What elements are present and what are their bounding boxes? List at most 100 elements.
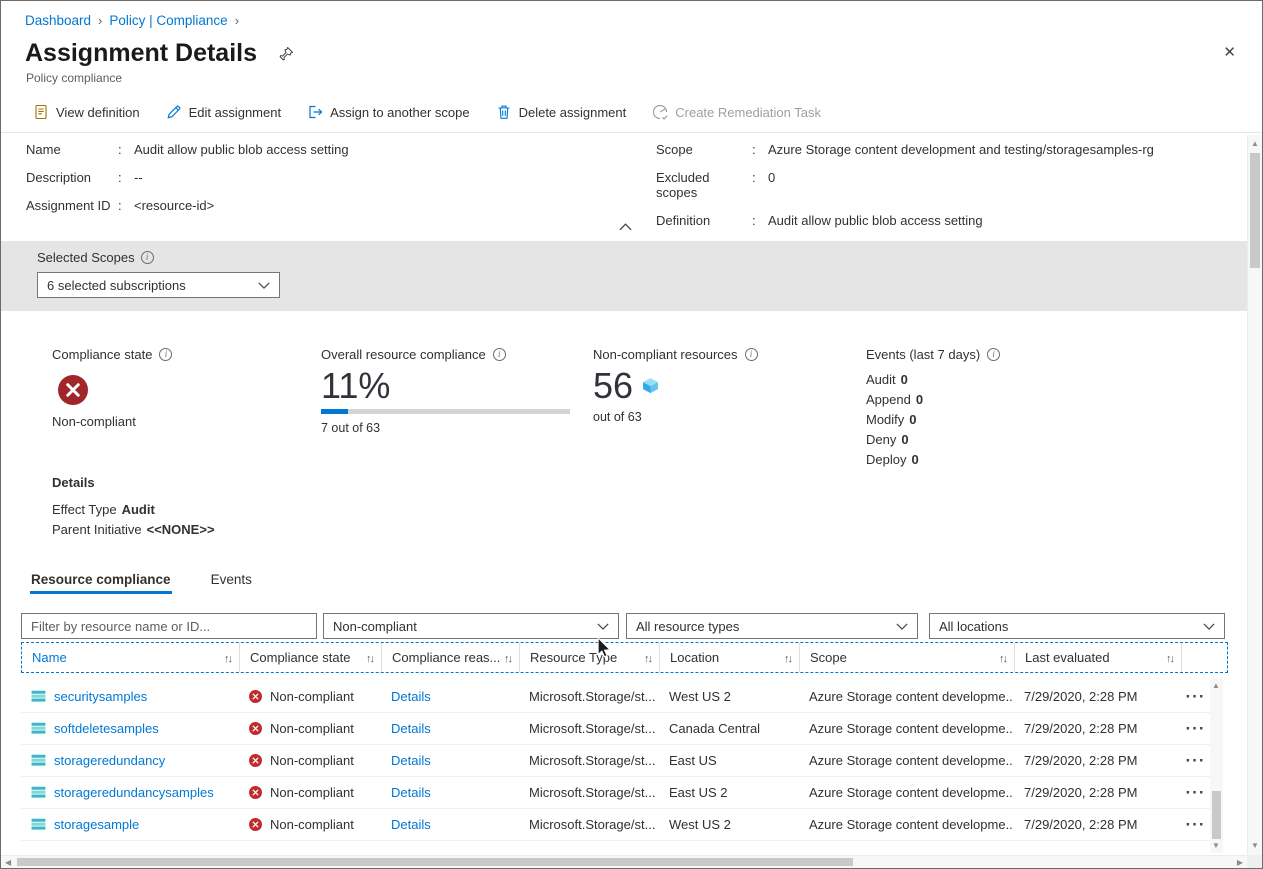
- scroll-left-icon[interactable]: [5, 859, 11, 867]
- resource-type-cell: Microsoft.Storage/st...: [519, 817, 659, 832]
- column-header-compliance-reason[interactable]: Compliance reas...: [382, 643, 520, 672]
- chevron-down-icon: [597, 623, 609, 630]
- selected-scopes-dropdown[interactable]: 6 selected subscriptions: [37, 272, 280, 298]
- column-header-resource-type[interactable]: Resource Type: [520, 643, 660, 672]
- scroll-right-icon[interactable]: [1237, 859, 1243, 867]
- details-link[interactable]: Details: [391, 753, 431, 768]
- horizontal-scrollbar[interactable]: [1, 855, 1247, 868]
- table-vertical-scrollbar[interactable]: [1210, 679, 1223, 853]
- info-icon[interactable]: [493, 348, 506, 361]
- assignment-description-value: --: [134, 170, 143, 185]
- column-header-name[interactable]: Name: [22, 643, 240, 672]
- assignment-details-right: ScopeAzure Storage content development a…: [656, 142, 1154, 241]
- info-icon[interactable]: [745, 348, 758, 361]
- location-cell: East US 2: [659, 785, 799, 800]
- breadcrumb-separator-icon: [98, 13, 102, 28]
- resource-name-link[interactable]: softdeletesamples: [54, 721, 159, 736]
- location-filter-dropdown[interactable]: All locations: [929, 613, 1225, 639]
- location-cell: East US: [659, 753, 799, 768]
- details-link[interactable]: Details: [391, 689, 431, 704]
- storage-account-icon: [31, 754, 46, 767]
- sort-icon: [504, 650, 511, 665]
- effect-type-row: Effect TypeAudit: [52, 500, 215, 520]
- resource-name-link[interactable]: securitysamples: [54, 689, 147, 704]
- scroll-up-icon[interactable]: [1251, 140, 1259, 148]
- column-header-actions: [1182, 643, 1227, 672]
- resource-filter-input[interactable]: [21, 613, 317, 639]
- column-header-scope[interactable]: Scope: [800, 643, 1015, 672]
- row-context-menu-button[interactable]: [1186, 719, 1206, 739]
- collapse-details-button[interactable]: [611, 220, 639, 234]
- storage-account-icon: [31, 722, 46, 735]
- info-icon[interactable]: [141, 251, 154, 264]
- non-compliant-icon: [249, 818, 262, 831]
- details-link[interactable]: Details: [391, 721, 431, 736]
- last-evaluated-cell: 7/29/2020, 2:28 PM: [1014, 785, 1181, 800]
- table-row: securitysamples Non-compliant Details Mi…: [21, 681, 1210, 713]
- scope-cell: Azure Storage content developme...: [799, 689, 1014, 704]
- details-link[interactable]: Details: [391, 785, 431, 800]
- details-link[interactable]: Details: [391, 817, 431, 832]
- resource-name-link[interactable]: storageredundancy: [54, 753, 165, 768]
- info-icon[interactable]: [159, 348, 172, 361]
- resource-type-cell: Microsoft.Storage/st...: [519, 785, 659, 800]
- compliance-state-text: Non-compliant: [270, 721, 354, 736]
- compliance-state-block: Compliance state Non-compliant: [52, 347, 172, 429]
- resource-type-filter-dropdown[interactable]: All resource types: [626, 613, 918, 639]
- scroll-down-icon[interactable]: [1212, 842, 1220, 850]
- non-compliant-icon: [58, 375, 88, 405]
- table-row: storagesample Non-compliant Details Micr…: [21, 809, 1210, 841]
- event-count-audit: Audit0: [866, 370, 1000, 390]
- column-header-last-evaluated[interactable]: Last evaluated: [1015, 643, 1182, 672]
- close-button[interactable]: [1223, 43, 1236, 61]
- details-block: Details Effect TypeAudit Parent Initiati…: [52, 475, 215, 540]
- toolbar-divider: [1, 132, 1262, 133]
- page-title: Assignment Details: [25, 39, 257, 68]
- row-context-menu-button[interactable]: [1186, 783, 1206, 803]
- scope-cell: Azure Storage content developme...: [799, 785, 1014, 800]
- compliance-state-filter-dropdown[interactable]: Non-compliant: [323, 613, 619, 639]
- scroll-down-icon[interactable]: [1251, 842, 1259, 850]
- assignment-name-value: Audit allow public blob access setting: [134, 142, 349, 157]
- resource-name-link[interactable]: storagesample: [54, 817, 139, 832]
- assign-to-another-scope-button[interactable]: Assign to another scope: [307, 104, 469, 120]
- breadcrumb-link-dashboard[interactable]: Dashboard: [25, 13, 91, 28]
- info-icon[interactable]: [987, 348, 1000, 361]
- resource-name-link[interactable]: storageredundancysamples: [54, 785, 214, 800]
- event-count-append: Append0: [866, 390, 1000, 410]
- table-row: storageredundancysamples Non-compliant D…: [21, 777, 1210, 809]
- parent-initiative-row: Parent Initiative<<NONE>>: [52, 520, 215, 540]
- column-header-location[interactable]: Location: [660, 643, 800, 672]
- compliance-state-value: Non-compliant: [52, 414, 172, 429]
- view-definition-icon: [33, 104, 49, 120]
- pin-button[interactable]: [279, 46, 294, 61]
- column-header-compliance-state[interactable]: Compliance state: [240, 643, 382, 672]
- sort-icon: [784, 650, 791, 665]
- view-definition-button[interactable]: View definition: [33, 104, 140, 120]
- chevron-down-icon: [896, 623, 908, 630]
- chevron-up-icon: [619, 223, 632, 231]
- breadcrumb-link-policy-compliance[interactable]: Policy | Compliance: [109, 13, 227, 28]
- edit-assignment-button[interactable]: Edit assignment: [166, 104, 282, 120]
- row-context-menu-button[interactable]: [1186, 687, 1206, 707]
- scrollbar-thumb[interactable]: [1212, 791, 1221, 839]
- tab-events[interactable]: Events: [210, 572, 253, 594]
- assignment-definition-value: Audit allow public blob access setting: [768, 213, 983, 228]
- storage-account-icon: [31, 690, 46, 703]
- scroll-up-icon[interactable]: [1212, 682, 1220, 690]
- main-vertical-scrollbar[interactable]: [1247, 135, 1262, 855]
- compliance-state-text: Non-compliant: [270, 689, 354, 704]
- tab-resource-compliance[interactable]: Resource compliance: [30, 572, 172, 594]
- scrollbar-thumb[interactable]: [17, 858, 853, 866]
- last-evaluated-cell: 7/29/2020, 2:28 PM: [1014, 721, 1181, 736]
- scrollbar-thumb[interactable]: [1250, 153, 1260, 268]
- row-context-menu-button[interactable]: [1186, 815, 1206, 835]
- sort-icon: [644, 650, 651, 665]
- delete-icon: [496, 104, 512, 120]
- edit-icon: [166, 104, 182, 120]
- compliance-progress-fill: [321, 409, 348, 414]
- row-context-menu-button[interactable]: [1186, 751, 1206, 771]
- non-compliant-resources-block: Non-compliant resources 56 out of 63: [593, 347, 758, 424]
- delete-assignment-button[interactable]: Delete assignment: [496, 104, 627, 120]
- compliance-state-text: Non-compliant: [270, 817, 354, 832]
